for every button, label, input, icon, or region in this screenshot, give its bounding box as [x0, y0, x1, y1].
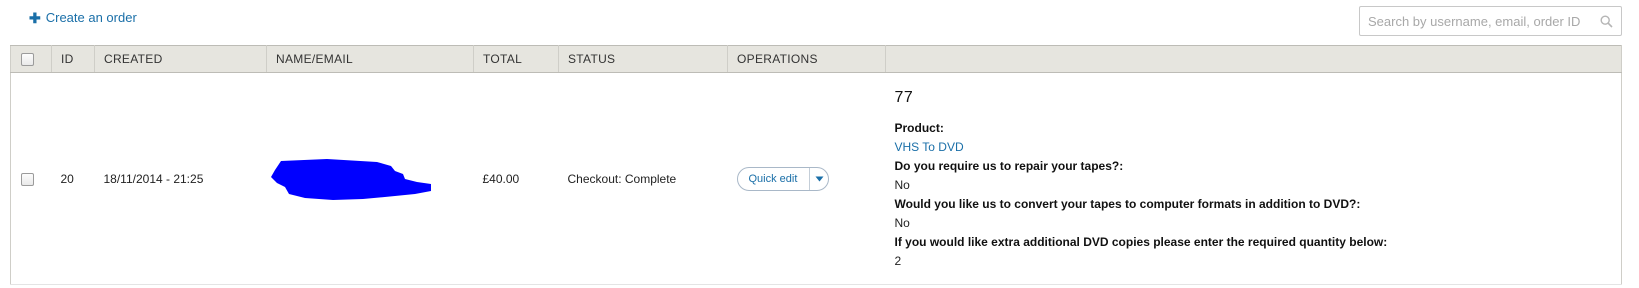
repair-question-label: Do you require us to repair your tapes?:: [894, 159, 1124, 173]
order-id: 20: [51, 72, 95, 285]
header-operations: OPERATIONS: [727, 45, 886, 73]
search-icon[interactable]: [1595, 10, 1617, 32]
table-row: 20 18/11/2014 - 21:25 £40.00 Checkout: C…: [10, 72, 1622, 285]
select-all-checkbox[interactable]: [21, 53, 34, 67]
chevron-down-icon[interactable]: [809, 167, 828, 190]
order-number: 77: [894, 89, 914, 106]
convert-question-label: Would you like us to convert your tapes …: [894, 197, 1361, 211]
order-details: 77 Product: VHS To DVD Do you require us…: [885, 72, 1622, 285]
repair-question-value: No: [894, 178, 910, 192]
copies-question-label: If you would like extra additional DVD c…: [894, 235, 1388, 249]
search-input[interactable]: [1360, 8, 1595, 34]
product-link[interactable]: VHS To DVD: [895, 138, 1613, 157]
row-select-cell: [10, 72, 52, 285]
table-header-row: ID CREATED NAME/EMAIL TOTAL STATUS OPERA…: [10, 45, 1622, 73]
order-total: £40.00: [473, 72, 559, 285]
create-order-link[interactable]: ✚ Create an order: [29, 10, 137, 25]
search-box: [1359, 6, 1622, 36]
orders-table: ID CREATED NAME/EMAIL TOTAL STATUS OPERA…: [10, 45, 1622, 285]
convert-question-value: No: [894, 216, 910, 230]
redacted-name: [267, 157, 431, 201]
order-operations: Quick edit: [727, 72, 886, 285]
header-total[interactable]: TOTAL: [473, 45, 559, 73]
order-created: 18/11/2014 - 21:25: [94, 72, 267, 285]
order-status: Checkout: Complete: [558, 72, 728, 285]
header-id[interactable]: ID: [51, 45, 95, 73]
product-label: Product:: [894, 121, 944, 135]
quick-edit-dropbutton: Quick edit: [736, 166, 830, 191]
header-details: [885, 45, 1622, 73]
header-status[interactable]: STATUS: [558, 45, 728, 73]
plus-icon: ✚: [29, 9, 41, 26]
create-order-label: Create an order: [45, 10, 137, 25]
row-checkbox[interactable]: [21, 172, 34, 186]
select-all-header: [10, 45, 52, 73]
header-name-email[interactable]: NAME/EMAIL: [266, 45, 474, 73]
header-created[interactable]: CREATED: [94, 45, 267, 73]
copies-question-value: 2: [894, 254, 902, 268]
quick-edit-button[interactable]: Quick edit: [738, 168, 810, 190]
order-name-email: [266, 72, 474, 285]
